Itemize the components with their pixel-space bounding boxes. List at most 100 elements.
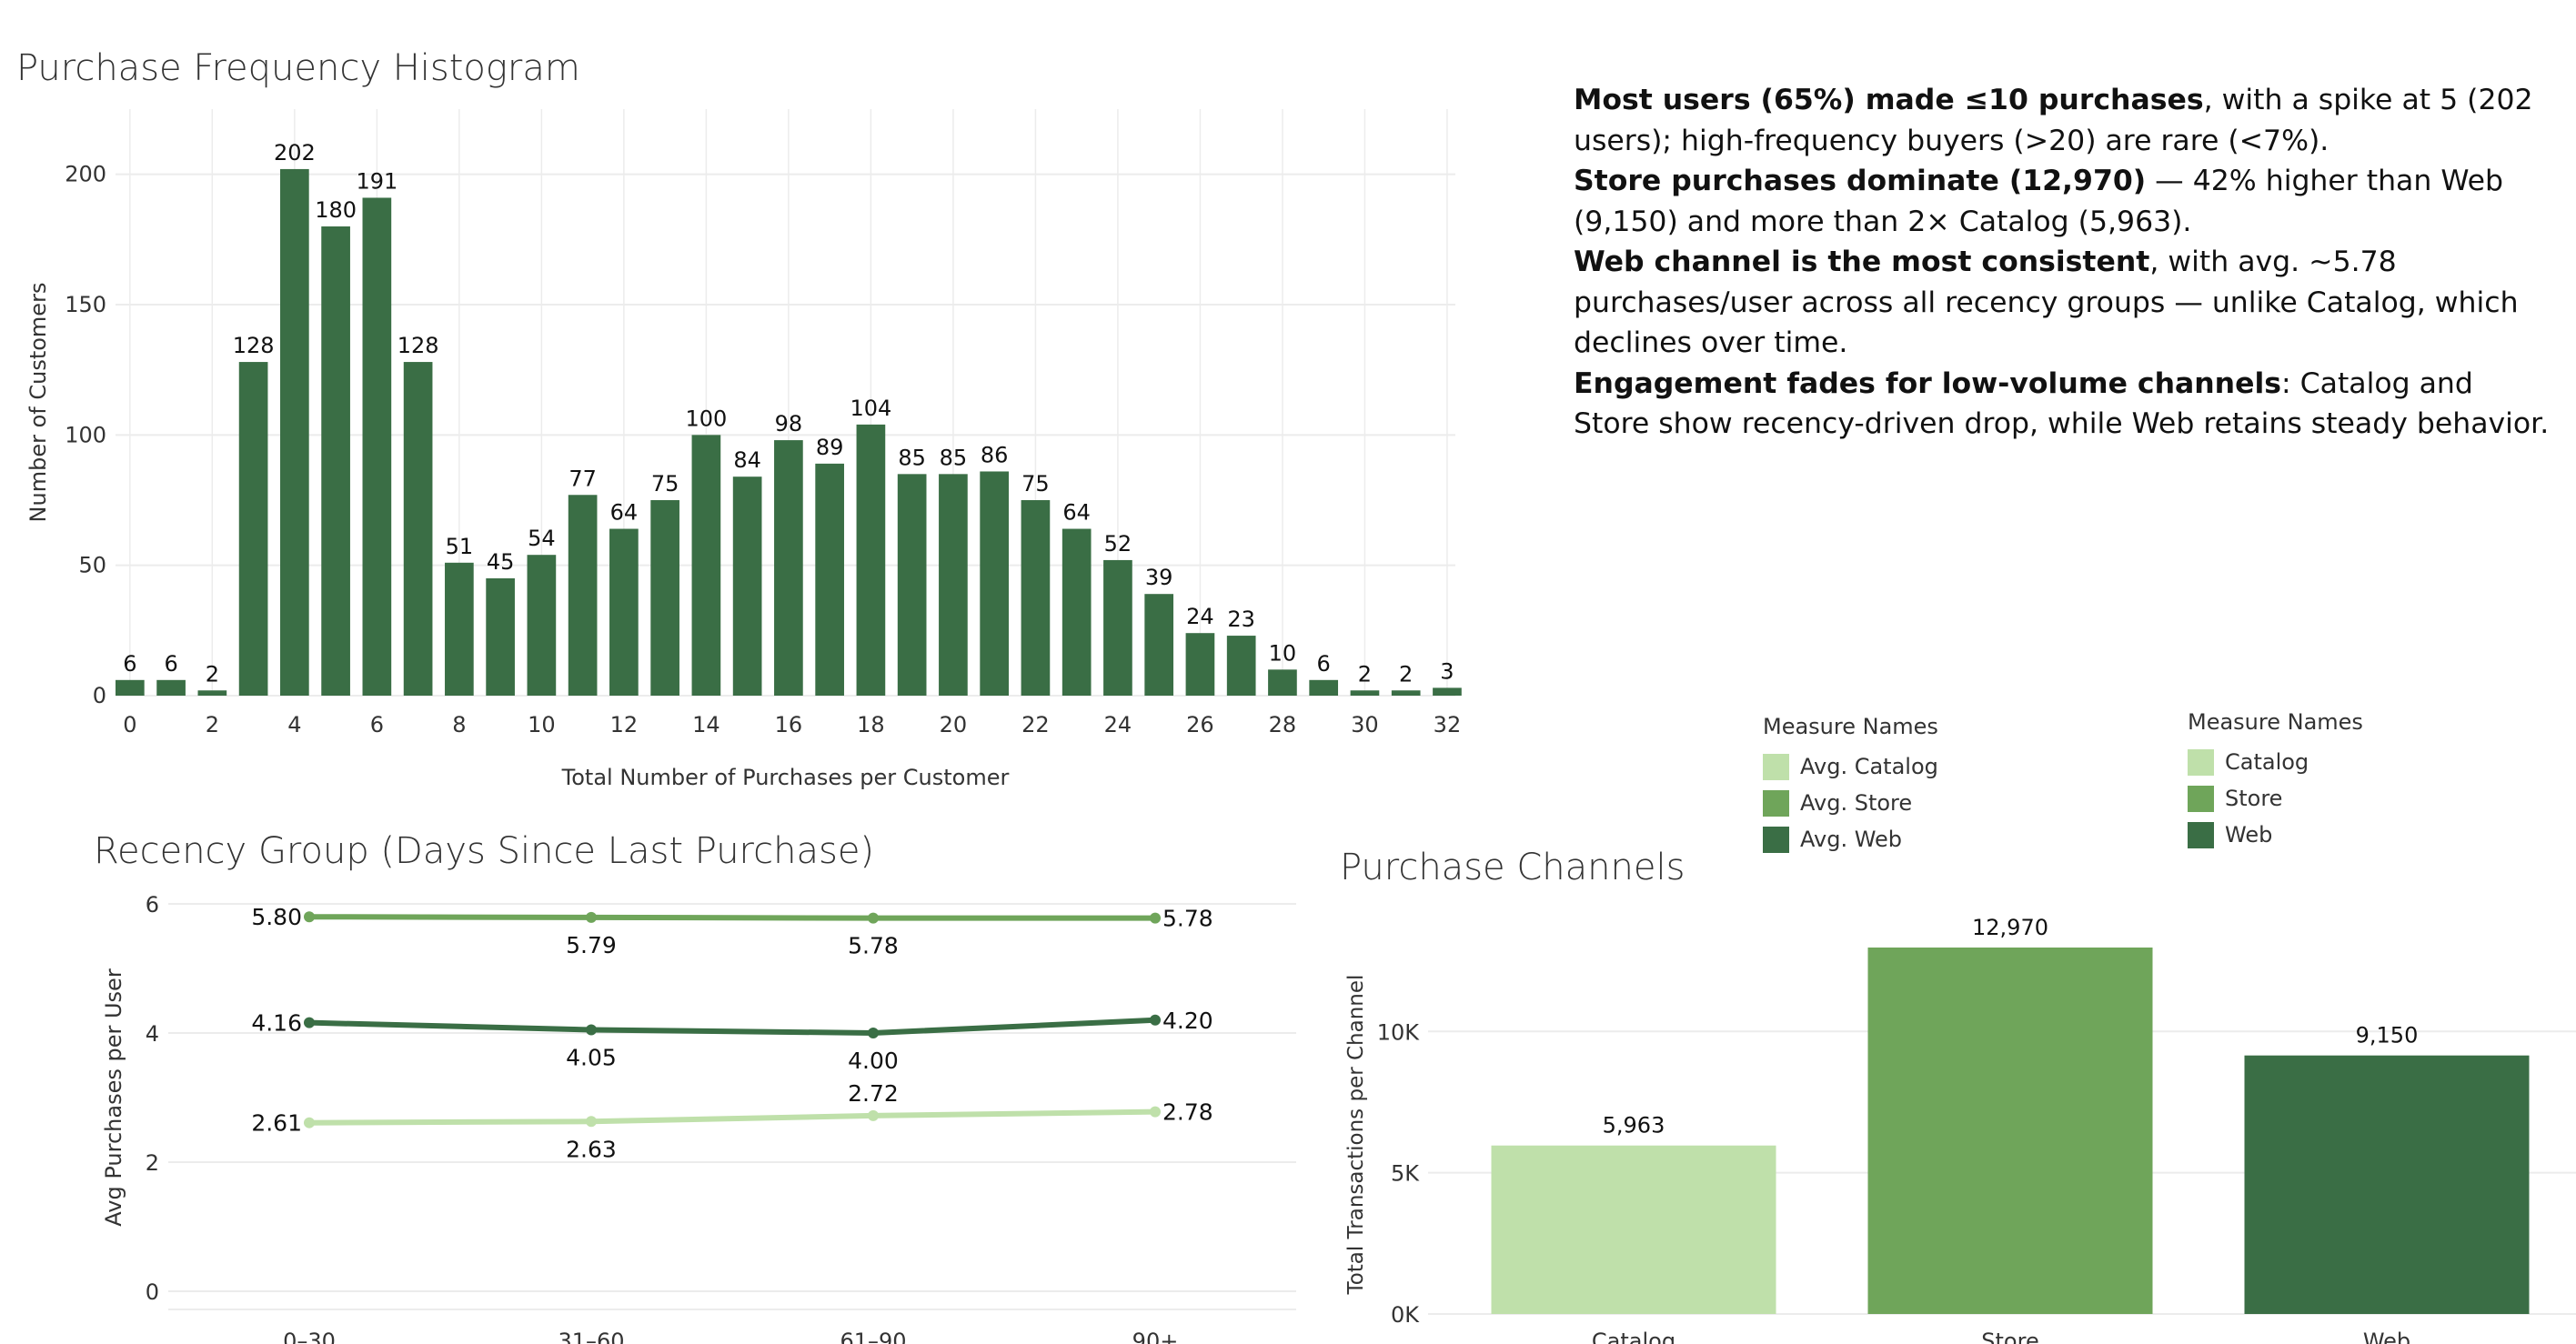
x-tick-label: 12: [610, 712, 639, 737]
histogram-bar: [815, 463, 844, 696]
histogram-bar: [897, 474, 927, 696]
x-tick-label: 22: [1021, 712, 1050, 737]
y-tick-label: 50: [78, 553, 106, 578]
histogram-bar: [321, 226, 350, 696]
histogram-bar: [650, 500, 679, 696]
bar-value-label: 6: [123, 651, 136, 677]
legend-label: Catalog: [2225, 749, 2309, 775]
bar-value-label: 100: [685, 406, 727, 431]
y-tick-label: 0: [146, 1279, 159, 1305]
point-value-label: 4.20: [1162, 1008, 1213, 1034]
legend-item-avg-store[interactable]: Avg. Store: [1763, 785, 1938, 821]
x-axis-title: Total Number of Purchases per Customer: [561, 765, 1010, 790]
bar-value-label: 3: [1440, 658, 1454, 684]
bar-value-label: 52: [1104, 531, 1132, 557]
x-tick-label: 26: [1186, 712, 1214, 737]
insight-2: Store purchases dominate (12,970) — 42% …: [1574, 165, 2504, 238]
channels-title: Purchase Channels: [1340, 847, 1685, 888]
legend-item-store[interactable]: Store: [2188, 780, 2363, 817]
bar-value-label: 75: [1021, 471, 1050, 496]
x-tick-label: 28: [1269, 712, 1297, 737]
y-axis-title: Avg Purchases per User: [101, 968, 126, 1227]
x-tick-label: 18: [857, 712, 885, 737]
histogram-bar: [445, 562, 474, 696]
y-tick-label: 10K: [1377, 1019, 1421, 1045]
bar-value-label: 6: [164, 651, 177, 677]
histogram-chart: 0501001502000 2 4 6 8 10 12 14 16 18 20 22 24 26 28 30 3…: [25, 109, 1462, 790]
y-axis-title: Number of Customers: [25, 283, 51, 523]
histogram-bar: [1062, 528, 1092, 696]
legend-item-catalog[interactable]: Catalog: [2188, 744, 2363, 780]
legend-label: Avg. Store: [1800, 790, 1913, 816]
bar-value-label: 2: [1358, 661, 1372, 687]
y-tick-label: 0K: [1391, 1302, 1420, 1328]
histogram-bar: [527, 555, 557, 696]
x-tick-label: 10: [528, 712, 556, 737]
y-tick-label: 6: [146, 892, 159, 918]
bar-value-label: 64: [1062, 500, 1091, 526]
histogram-bar: [939, 474, 968, 696]
channels-bar-chart: 0K 5K 10K Total Transactions per Channel 5,9…: [1344, 915, 2576, 1344]
histogram-bar: [280, 168, 309, 696]
series-point: [868, 1028, 879, 1038]
x-tick-label: 2: [206, 712, 219, 737]
legend-item-web[interactable]: Web: [2188, 817, 2363, 853]
insight-1: Most users (65%) made ≤10 purchases, wit…: [1574, 84, 2533, 157]
legend-item-avg-catalog[interactable]: Avg. Catalog: [1763, 748, 1938, 785]
legend-label: Avg. Catalog: [1800, 754, 1938, 779]
x-tick-label: Catalog: [1592, 1329, 1675, 1344]
series-point: [304, 1117, 315, 1128]
bar-value-label: 64: [610, 500, 639, 526]
legend-item-avg-web[interactable]: Avg. Web: [1763, 821, 1938, 858]
series-point: [1150, 1106, 1161, 1118]
bar-value-label: 39: [1145, 565, 1173, 590]
channel-bar: [1491, 1145, 1776, 1314]
legend-title: Measure Names: [1763, 714, 1938, 739]
x-tick-label: 32: [1434, 712, 1462, 737]
histogram-bar: [362, 197, 392, 696]
x-tick-label: 61–90: [840, 1329, 906, 1344]
channel-bar: [2244, 1055, 2530, 1314]
x-tick-label: 30: [1351, 712, 1379, 737]
y-tick-label: 100: [65, 422, 106, 447]
y-tick-label: 4: [146, 1021, 159, 1047]
histogram-bar: [197, 690, 227, 696]
histogram-bar: [774, 440, 803, 696]
bar-value-label: 84: [733, 447, 761, 473]
x-tick-label: 31–60: [558, 1329, 624, 1344]
series-point: [868, 1109, 879, 1121]
legend-swatch: [1763, 826, 1789, 853]
legend-label: Avg. Web: [1800, 827, 1903, 852]
x-tick-label: 24: [1104, 712, 1132, 737]
histogram-bar: [1350, 690, 1380, 696]
point-value-label: 5.79: [566, 932, 617, 958]
x-tick-label: 0: [123, 712, 136, 737]
series-point: [304, 911, 315, 923]
histogram-bar: [156, 679, 186, 696]
bar-value-label: 24: [1186, 604, 1214, 629]
point-value-label: 2.72: [848, 1080, 899, 1107]
bar-value-label: 5,963: [1603, 1113, 1665, 1138]
x-tick-label: 4: [287, 712, 301, 737]
point-value-label: 5.80: [251, 904, 302, 930]
bar-value-label: 75: [651, 471, 679, 496]
x-tick-label: Store: [1981, 1329, 2038, 1344]
point-value-label: 4.16: [251, 1010, 302, 1037]
recency-title: Recency Group (Days Since Last Purchase): [94, 830, 875, 872]
x-tick-label: 20: [940, 712, 968, 737]
series-line: [308, 914, 1155, 921]
bar-value-label: 104: [850, 396, 891, 421]
point-value-label: 4.05: [566, 1044, 617, 1070]
histogram-bar: [980, 471, 1009, 696]
bar-value-label: 6: [1317, 651, 1331, 677]
point-value-label: 4.00: [848, 1048, 899, 1074]
point-value-label: 2.63: [566, 1136, 617, 1162]
histogram-bar: [1433, 687, 1462, 696]
histogram-bar: [1103, 559, 1132, 696]
bar-value-label: 98: [775, 411, 803, 436]
series-point: [586, 1024, 597, 1036]
histogram-bar: [1144, 594, 1174, 696]
series-line: [308, 1108, 1156, 1126]
histogram-bar: [1185, 633, 1215, 696]
y-tick-label: 0: [93, 683, 106, 708]
